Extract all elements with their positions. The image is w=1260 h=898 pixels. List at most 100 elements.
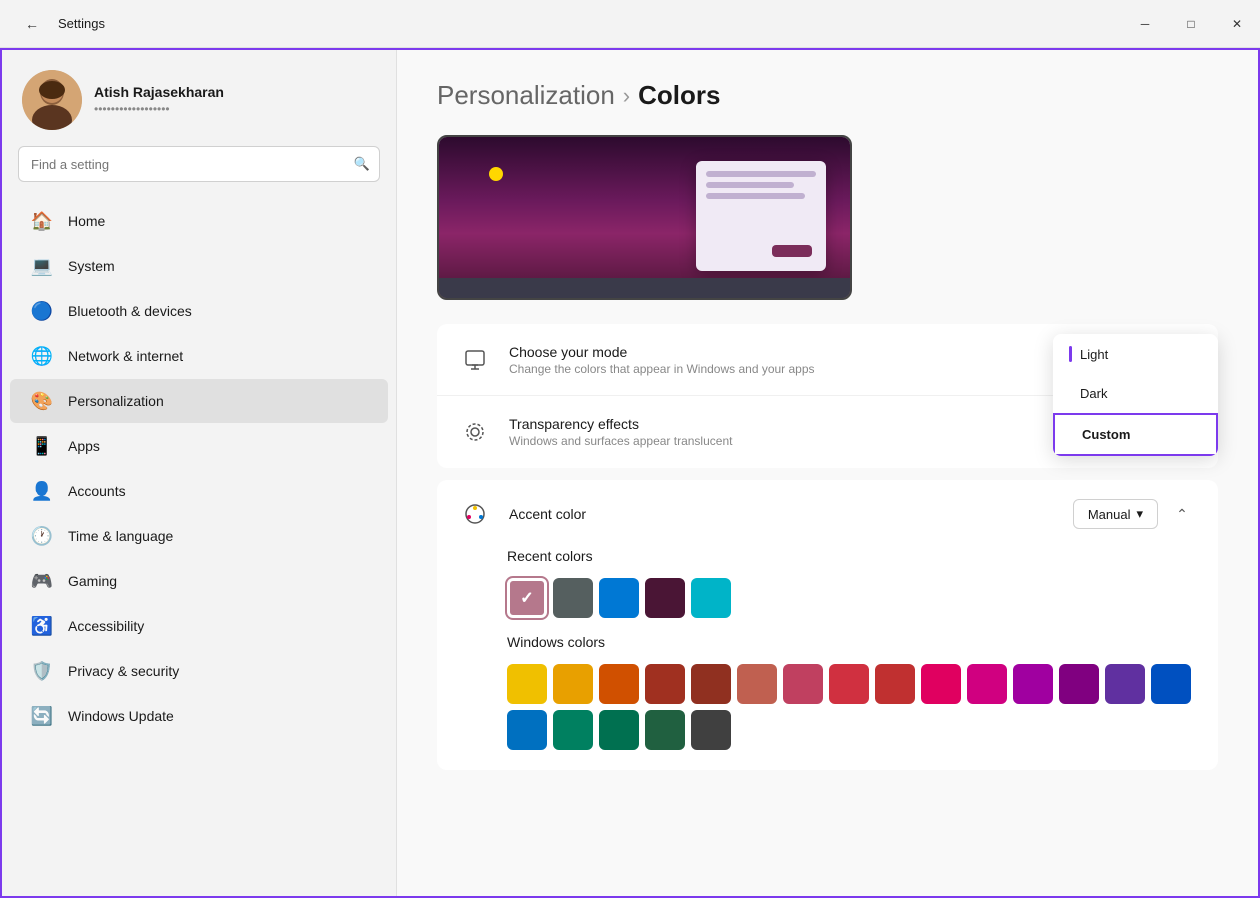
windows-color-swatch-2[interactable] bbox=[599, 664, 639, 704]
sidebar-item-label-time: Time & language bbox=[68, 528, 173, 544]
sidebar-item-label-home: Home bbox=[68, 213, 105, 229]
avatar bbox=[22, 70, 82, 130]
search-container: 🔍 bbox=[18, 146, 380, 182]
sidebar-item-network[interactable]: 🌐 Network & internet bbox=[10, 334, 388, 378]
accent-title: Accent color bbox=[509, 506, 1073, 522]
user-name: Atish Rajasekharan bbox=[94, 84, 224, 100]
sidebar-item-label-accessibility: Accessibility bbox=[68, 618, 144, 634]
mode-desc: Change the colors that appear in Windows… bbox=[509, 362, 1111, 376]
sidebar-item-personalization[interactable]: 🎨 Personalization bbox=[10, 379, 388, 423]
sidebar-item-label-network: Network & internet bbox=[68, 348, 183, 364]
windows-color-swatch-15[interactable] bbox=[507, 710, 547, 750]
windows-color-swatch-9[interactable] bbox=[921, 664, 961, 704]
apps-icon: 📱 bbox=[30, 434, 54, 458]
windows-color-swatch-7[interactable] bbox=[829, 664, 869, 704]
windows-color-swatches bbox=[507, 664, 1198, 750]
sidebar-item-bluetooth[interactable]: 🔵 Bluetooth & devices bbox=[10, 289, 388, 333]
dark-option-label: Dark bbox=[1080, 386, 1107, 401]
windows-color-swatch-10[interactable] bbox=[967, 664, 1007, 704]
accent-controls: Manual ▾ ⌃ bbox=[1073, 498, 1198, 530]
light-option-label: Light bbox=[1080, 347, 1108, 362]
home-icon: 🏠 bbox=[30, 209, 54, 233]
mode-title: Choose your mode bbox=[509, 344, 1111, 360]
sidebar-item-label-system: System bbox=[68, 258, 115, 274]
sidebar-item-accessibility[interactable]: ♿ Accessibility bbox=[10, 604, 388, 648]
windows-color-swatch-5[interactable] bbox=[737, 664, 777, 704]
maximize-button[interactable]: □ bbox=[1168, 0, 1214, 48]
close-button[interactable]: ✕ bbox=[1214, 0, 1260, 48]
preview-button bbox=[772, 245, 812, 257]
windows-color-swatch-3[interactable] bbox=[645, 664, 685, 704]
recent-color-swatches: ✓ bbox=[507, 578, 1198, 618]
accent-dropdown-button[interactable]: Manual ▾ bbox=[1073, 499, 1158, 529]
preview-background bbox=[439, 137, 850, 298]
mode-dropdown-popup: Light Dark Custom bbox=[1053, 334, 1218, 456]
gaming-icon: 🎮 bbox=[30, 569, 54, 593]
sidebar: Atish Rajasekharan •••••••••••••••••• 🔍 … bbox=[2, 50, 397, 896]
mode-option-light[interactable]: Light bbox=[1053, 334, 1218, 374]
main-content: Personalization › Colors bbox=[397, 50, 1258, 896]
recent-color-swatch-4[interactable] bbox=[691, 578, 731, 618]
theme-preview bbox=[437, 135, 852, 300]
windows-color-swatch-6[interactable] bbox=[783, 664, 823, 704]
search-input[interactable] bbox=[18, 146, 380, 182]
mode-card-container: Choose your mode Change the colors that … bbox=[437, 324, 1218, 468]
mode-icon bbox=[457, 342, 493, 378]
windows-color-swatch-18[interactable] bbox=[645, 710, 685, 750]
breadcrumb-current: Colors bbox=[638, 80, 720, 111]
app-title: Settings bbox=[58, 16, 105, 31]
sidebar-item-label-bluetooth: Bluetooth & devices bbox=[68, 303, 192, 319]
mode-option-dark[interactable]: Dark bbox=[1053, 374, 1218, 413]
windows-color-swatch-13[interactable] bbox=[1105, 664, 1145, 704]
breadcrumb-separator: › bbox=[623, 83, 630, 109]
sidebar-item-privacy[interactable]: 🛡️ Privacy & security bbox=[10, 649, 388, 693]
privacy-icon: 🛡️ bbox=[30, 659, 54, 683]
accent-icon bbox=[457, 496, 493, 532]
preview-moon bbox=[489, 167, 503, 181]
network-icon: 🌐 bbox=[30, 344, 54, 368]
windows-color-swatch-8[interactable] bbox=[875, 664, 915, 704]
sidebar-item-home[interactable]: 🏠 Home bbox=[10, 199, 388, 243]
recent-color-swatch-2[interactable] bbox=[599, 578, 639, 618]
windows-color-swatch-1[interactable] bbox=[553, 664, 593, 704]
sidebar-item-gaming[interactable]: 🎮 Gaming bbox=[10, 559, 388, 603]
sidebar-item-label-privacy: Privacy & security bbox=[68, 663, 179, 679]
windows-color-swatch-17[interactable] bbox=[599, 710, 639, 750]
mode-option-custom[interactable]: Custom bbox=[1053, 413, 1218, 456]
sidebar-item-apps[interactable]: 📱 Apps bbox=[10, 424, 388, 468]
windows-color-swatch-11[interactable] bbox=[1013, 664, 1053, 704]
recent-color-swatch-3[interactable] bbox=[645, 578, 685, 618]
preview-window bbox=[696, 161, 826, 271]
accent-chevron-down-icon: ▾ bbox=[1136, 506, 1143, 522]
breadcrumb: Personalization › Colors bbox=[437, 80, 1218, 111]
accent-header-row: Accent color Manual ▾ ⌃ bbox=[437, 480, 1218, 548]
sidebar-item-system[interactable]: 💻 System bbox=[10, 244, 388, 288]
bluetooth-icon: 🔵 bbox=[30, 299, 54, 323]
light-indicator bbox=[1069, 346, 1072, 362]
windows-color-swatch-0[interactable] bbox=[507, 664, 547, 704]
sidebar-item-update[interactable]: 🔄 Windows Update bbox=[10, 694, 388, 738]
user-profile[interactable]: Atish Rajasekharan •••••••••••••••••• bbox=[2, 50, 396, 146]
nav-list: 🏠 Home 💻 System 🔵 Bluetooth & devices 🌐 … bbox=[2, 198, 396, 739]
sidebar-item-accounts[interactable]: 👤 Accounts bbox=[10, 469, 388, 513]
back-button[interactable]: ← bbox=[16, 8, 48, 40]
windows-color-swatch-16[interactable] bbox=[553, 710, 593, 750]
system-icon: 💻 bbox=[30, 254, 54, 278]
windows-color-swatch-14[interactable] bbox=[1151, 664, 1191, 704]
sidebar-item-label-gaming: Gaming bbox=[68, 573, 117, 589]
user-info: Atish Rajasekharan •••••••••••••••••• bbox=[94, 84, 224, 116]
windows-color-swatch-12[interactable] bbox=[1059, 664, 1099, 704]
personalization-icon: 🎨 bbox=[30, 389, 54, 413]
recent-color-swatch-1[interactable] bbox=[553, 578, 593, 618]
preview-taskbar bbox=[439, 278, 850, 298]
accent-collapse-button[interactable]: ⌃ bbox=[1166, 498, 1198, 530]
sidebar-item-time[interactable]: 🕐 Time & language bbox=[10, 514, 388, 558]
sidebar-item-label-accounts: Accounts bbox=[68, 483, 126, 499]
windows-color-swatch-19[interactable] bbox=[691, 710, 731, 750]
sidebar-item-label-update: Windows Update bbox=[68, 708, 174, 724]
time-icon: 🕐 bbox=[30, 524, 54, 548]
windows-colors-title: Windows colors bbox=[507, 634, 1198, 650]
recent-color-swatch-0[interactable]: ✓ bbox=[507, 578, 547, 618]
minimize-button[interactable]: ─ bbox=[1122, 0, 1168, 48]
windows-color-swatch-4[interactable] bbox=[691, 664, 731, 704]
